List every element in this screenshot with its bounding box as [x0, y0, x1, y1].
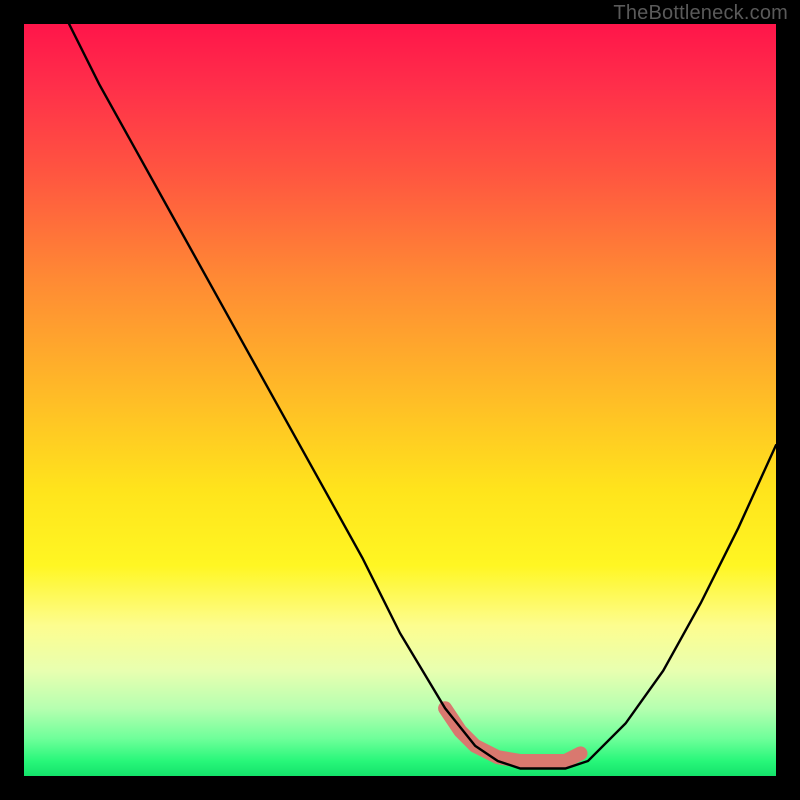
curve-layer [24, 24, 776, 776]
watermark-text: TheBottleneck.com [613, 2, 788, 25]
chart-frame: TheBottleneck.com [0, 0, 800, 800]
bottleneck-curve [69, 24, 776, 769]
plot-area [24, 24, 776, 776]
